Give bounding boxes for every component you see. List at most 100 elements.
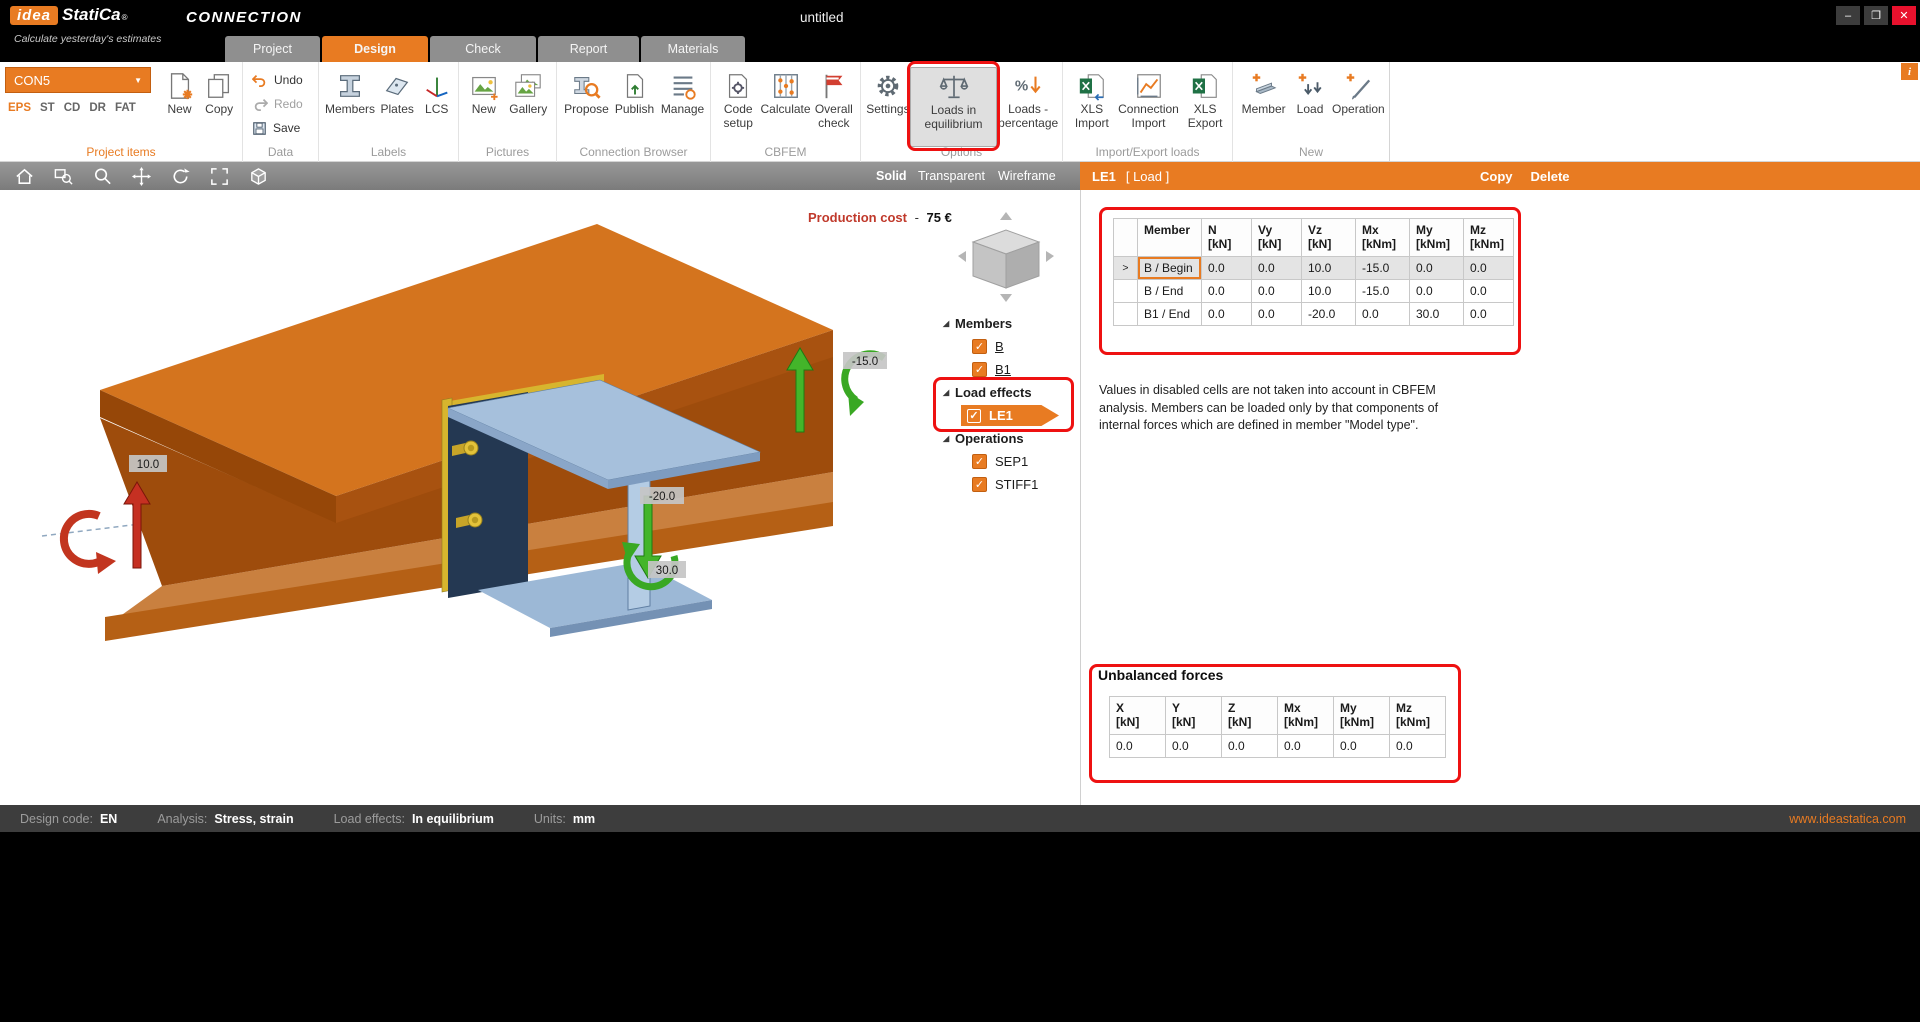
cell-n[interactable]: 0.0 bbox=[1202, 302, 1252, 325]
cell-vy[interactable]: 0.0 bbox=[1252, 279, 1302, 302]
load-table-row[interactable]: > B / Begin 0.0 0.0 10.0 -15.0 0.0 0.0 bbox=[1114, 256, 1514, 279]
checkbox-stiff1[interactable]: ✓ bbox=[972, 477, 987, 492]
undo-button[interactable]: Undo bbox=[252, 70, 303, 90]
tab-materials[interactable]: Materials bbox=[641, 36, 745, 62]
cell-vz[interactable]: 10.0 bbox=[1302, 279, 1356, 302]
navigation-cube[interactable] bbox=[958, 212, 1054, 302]
publish-button[interactable]: Publish bbox=[611, 67, 658, 117]
scene-3d[interactable]: 10.0 -15.0 -20.0 bbox=[0, 190, 1080, 805]
checkbox-sep1[interactable]: ✓ bbox=[972, 454, 987, 469]
code-setup-button[interactable]: Code setup bbox=[716, 67, 760, 131]
cell-my[interactable]: 0.0 bbox=[1410, 279, 1464, 302]
loads-in-equilibrium-button[interactable]: Loads in equilibrium bbox=[910, 67, 998, 147]
tree-item-stiff1-label[interactable]: STIFF1 bbox=[995, 477, 1038, 492]
tree-item-stiff1[interactable]: ✓ STIFF1 bbox=[938, 473, 1080, 496]
tree-section-load-effects[interactable]: ◢ Load effects bbox=[938, 381, 1080, 404]
expander-icon[interactable]: ◢ bbox=[938, 388, 955, 397]
viewport-3d[interactable]: 10.0 -15.0 -20.0 bbox=[0, 190, 1080, 805]
pan-icon[interactable] bbox=[129, 164, 153, 188]
cell-mx[interactable]: 0.0 bbox=[1356, 302, 1410, 325]
manage-button[interactable]: Manage bbox=[658, 67, 707, 117]
cell-my[interactable]: 30.0 bbox=[1410, 302, 1464, 325]
redo-button[interactable]: Redo bbox=[252, 94, 303, 114]
cell-vz[interactable]: -20.0 bbox=[1302, 302, 1356, 325]
new-picture-button[interactable]: New bbox=[464, 67, 504, 117]
load-table-row[interactable]: B1 / End 0.0 0.0 -20.0 0.0 30.0 0.0 bbox=[1114, 302, 1514, 325]
new-project-item-button[interactable]: New bbox=[160, 67, 200, 117]
display-mode-solid[interactable]: Solid bbox=[876, 169, 907, 183]
load-table-row[interactable]: B / End 0.0 0.0 10.0 -15.0 0.0 0.0 bbox=[1114, 279, 1514, 302]
cell-mz[interactable]: 0.0 bbox=[1464, 279, 1514, 302]
display-mode-transparent[interactable]: Transparent bbox=[918, 169, 985, 183]
gallery-button[interactable]: Gallery bbox=[504, 67, 553, 117]
tab-project[interactable]: Project bbox=[225, 36, 320, 62]
propose-button[interactable]: Propose bbox=[562, 67, 611, 117]
expander-icon[interactable]: ◢ bbox=[938, 319, 955, 328]
copy-project-item-button[interactable]: Copy bbox=[199, 67, 239, 117]
loads-percentage-button[interactable]: % Loads - percentage bbox=[997, 67, 1059, 131]
code-dr[interactable]: DR bbox=[89, 102, 106, 114]
cell-member[interactable]: B1 / End bbox=[1138, 302, 1202, 325]
tree-item-sep1-label[interactable]: SEP1 bbox=[995, 454, 1028, 469]
expander-icon[interactable]: ◢ bbox=[938, 434, 955, 443]
display-mode-wireframe[interactable]: Wireframe bbox=[998, 169, 1056, 183]
code-eps[interactable]: EPS bbox=[8, 102, 31, 114]
cell-mz[interactable]: 0.0 bbox=[1464, 256, 1514, 279]
delete-load-button[interactable]: Delete bbox=[1531, 169, 1570, 184]
home-view-icon[interactable] bbox=[12, 164, 36, 188]
save-button[interactable]: Save bbox=[252, 118, 303, 138]
zoom-window-icon[interactable] bbox=[51, 164, 75, 188]
cell-member[interactable]: B / Begin bbox=[1138, 256, 1202, 279]
connection-import-button[interactable]: Connection Import bbox=[1116, 67, 1182, 131]
overall-check-button[interactable]: Overall check bbox=[811, 67, 857, 131]
cell-mx[interactable]: -15.0 bbox=[1356, 256, 1410, 279]
tree-item-le1[interactable]: ✓ LE1 bbox=[961, 405, 1059, 426]
minimize-button[interactable]: – bbox=[1836, 6, 1860, 25]
code-st[interactable]: ST bbox=[40, 102, 55, 114]
cell-my[interactable]: 0.0 bbox=[1410, 256, 1464, 279]
checkbox-b[interactable]: ✓ bbox=[972, 339, 987, 354]
cell-n[interactable]: 0.0 bbox=[1202, 256, 1252, 279]
zoom-icon[interactable] bbox=[90, 164, 114, 188]
tab-design[interactable]: Design bbox=[322, 36, 428, 62]
tree-section-members[interactable]: ◢ Members bbox=[938, 312, 1080, 335]
cell-member[interactable]: B / End bbox=[1138, 279, 1202, 302]
tree-item-sep1[interactable]: ✓ SEP1 bbox=[938, 450, 1080, 473]
lcs-button[interactable]: LCS bbox=[418, 67, 455, 117]
info-button[interactable]: i bbox=[1901, 63, 1918, 80]
tab-report[interactable]: Report bbox=[538, 36, 639, 62]
code-cd[interactable]: CD bbox=[64, 102, 81, 114]
members-labels-button[interactable]: Members bbox=[324, 67, 376, 117]
copy-load-button[interactable]: Copy bbox=[1480, 169, 1513, 184]
cell-mz[interactable]: 0.0 bbox=[1464, 302, 1514, 325]
new-operation-button[interactable]: Operation bbox=[1331, 67, 1386, 117]
settings-button[interactable]: Settings bbox=[866, 67, 910, 117]
new-member-button[interactable]: Member bbox=[1238, 67, 1289, 117]
plates-labels-button[interactable]: Plates bbox=[376, 67, 418, 117]
tree-section-operations[interactable]: ◢ Operations bbox=[938, 427, 1080, 450]
tree-item-b[interactable]: ✓ B bbox=[938, 335, 1080, 358]
cell-vy[interactable]: 0.0 bbox=[1252, 302, 1302, 325]
rotate-icon[interactable] bbox=[168, 164, 192, 188]
xls-import-button[interactable]: XLS Import bbox=[1068, 67, 1116, 131]
xls-export-button[interactable]: XLS Export bbox=[1181, 67, 1229, 131]
calculate-button[interactable]: Calculate bbox=[760, 67, 810, 117]
tab-check[interactable]: Check bbox=[430, 36, 536, 62]
project-item-selector[interactable]: CON5 ▼ bbox=[5, 67, 151, 93]
tree-item-b1[interactable]: ✓ B1 bbox=[938, 358, 1080, 381]
cell-n[interactable]: 0.0 bbox=[1202, 279, 1252, 302]
cell-mx[interactable]: -15.0 bbox=[1356, 279, 1410, 302]
cell-vz[interactable]: 10.0 bbox=[1302, 256, 1356, 279]
checkbox-le1[interactable]: ✓ bbox=[967, 409, 981, 423]
solid-view-icon[interactable] bbox=[246, 164, 270, 188]
new-load-button[interactable]: Load bbox=[1289, 67, 1330, 117]
checkbox-b1[interactable]: ✓ bbox=[972, 362, 987, 377]
cell-vy[interactable]: 0.0 bbox=[1252, 256, 1302, 279]
maximize-button[interactable]: ❐ bbox=[1864, 6, 1888, 25]
tree-item-b1-label[interactable]: B1 bbox=[995, 362, 1011, 377]
code-fat[interactable]: FAT bbox=[115, 102, 136, 114]
fit-view-icon[interactable] bbox=[207, 164, 231, 188]
website-link[interactable]: www.ideastatica.com bbox=[1789, 812, 1906, 826]
close-button[interactable]: ✕ bbox=[1892, 6, 1916, 25]
tree-item-b-label[interactable]: B bbox=[995, 339, 1004, 354]
